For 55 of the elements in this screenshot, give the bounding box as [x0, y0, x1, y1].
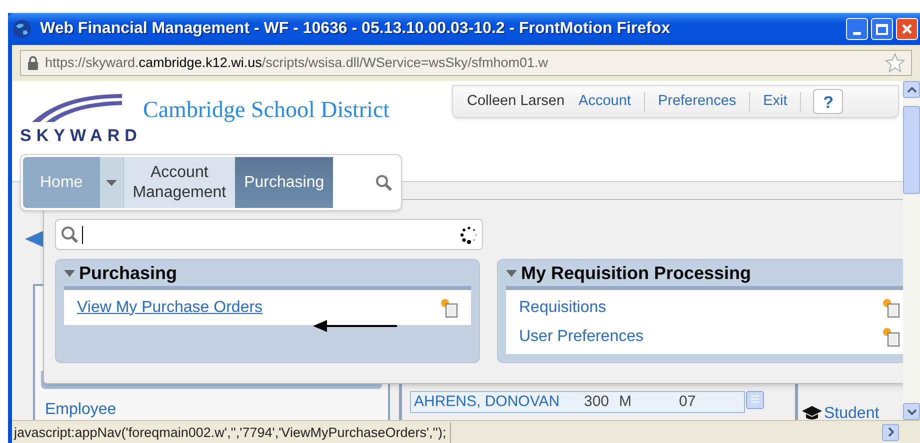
menu-link[interactable]: Requisitions: [519, 296, 606, 320]
right-chevron-icon: [888, 427, 894, 437]
scroll-down-button[interactable]: [903, 403, 920, 420]
minimize-button[interactable]: [846, 18, 868, 40]
search-icon: [60, 224, 80, 244]
up-chevron-icon: [906, 86, 916, 92]
collapse-icon[interactable]: [64, 270, 75, 276]
new-window-icon[interactable]: [882, 326, 900, 346]
table-cell-text: M: [619, 392, 632, 412]
star-icon[interactable]: [885, 53, 905, 73]
table-cell-text: AHRENS, DONOVAN: [414, 392, 561, 412]
scroll-up-button[interactable]: [903, 81, 920, 98]
help-button[interactable]: ?: [813, 89, 844, 114]
scroll-thumb[interactable]: [903, 106, 920, 194]
caret-icon: [106, 180, 117, 186]
nav-tab[interactable]: Account Management: [124, 157, 236, 208]
collapse-arrow-icon[interactable]: [25, 231, 43, 247]
new-window-icon[interactable]: [440, 298, 458, 318]
window-title: Web Financial Management - WF - 10636 - 05.13.10.00.03-10.2 - FrontMotion Firefox: [40, 19, 670, 39]
globe-icon: [12, 19, 32, 39]
district-name: Cambridge School District: [143, 96, 390, 124]
url-text: https://skyward.cambridge.k12.wi.us/scripts/wsisa.dll/WService=wsSky/sfmhom01.w: [45, 54, 548, 72]
dropdown-button[interactable]: [100, 157, 124, 208]
new-window-icon[interactable]: [882, 298, 900, 318]
close-button[interactable]: [896, 18, 918, 40]
table-cell-text: 300: [584, 392, 610, 412]
list-icon[interactable]: [746, 391, 764, 409]
search-icon[interactable]: [375, 174, 393, 192]
table-row[interactable]: AHRENS, DONOVAN 300 M 07: [410, 391, 745, 413]
address-bar[interactable]: https://skyward.cambridge.k12.wi.us/scripts/wsisa.dll/WService=wsSky/sfmhom01.w: [20, 50, 912, 76]
down-chevron-icon: [906, 408, 916, 414]
skyward-swoosh-icon: [32, 92, 122, 122]
nav-tab[interactable]: Purchasing: [235, 157, 334, 208]
group-title: My Requisition Processing: [521, 262, 752, 285]
header-link[interactable]: Exit: [763, 90, 788, 112]
close-icon: [901, 23, 913, 35]
menu-link[interactable]: User Preferences: [519, 324, 644, 348]
collapse-icon[interactable]: [506, 270, 517, 276]
text-cursor: [82, 226, 83, 244]
spinner-icon: [460, 226, 478, 244]
graduation-cap-icon: [802, 406, 822, 420]
user-name: Colleen Larsen: [467, 92, 565, 111]
student-link[interactable]: Student: [824, 402, 880, 420]
scrollbar[interactable]: [903, 81, 920, 420]
header-link[interactable]: Preferences: [658, 90, 736, 112]
header-link[interactable]: Account: [578, 90, 631, 112]
employee-link[interactable]: Employee: [45, 398, 116, 420]
logo-text: SKYWARD: [20, 125, 142, 147]
status-text: javascript:appNav('foreqmain002.w','','7794','ViewMyPurchaseOrders','');: [12, 422, 452, 442]
lock-icon: [27, 56, 39, 70]
table-cell-text: 07: [679, 392, 696, 412]
group-title: Purchasing: [79, 262, 178, 285]
search-field[interactable]: [55, 219, 483, 250]
scroll-right-button[interactable]: [882, 424, 899, 440]
maximize-button[interactable]: [871, 18, 893, 40]
